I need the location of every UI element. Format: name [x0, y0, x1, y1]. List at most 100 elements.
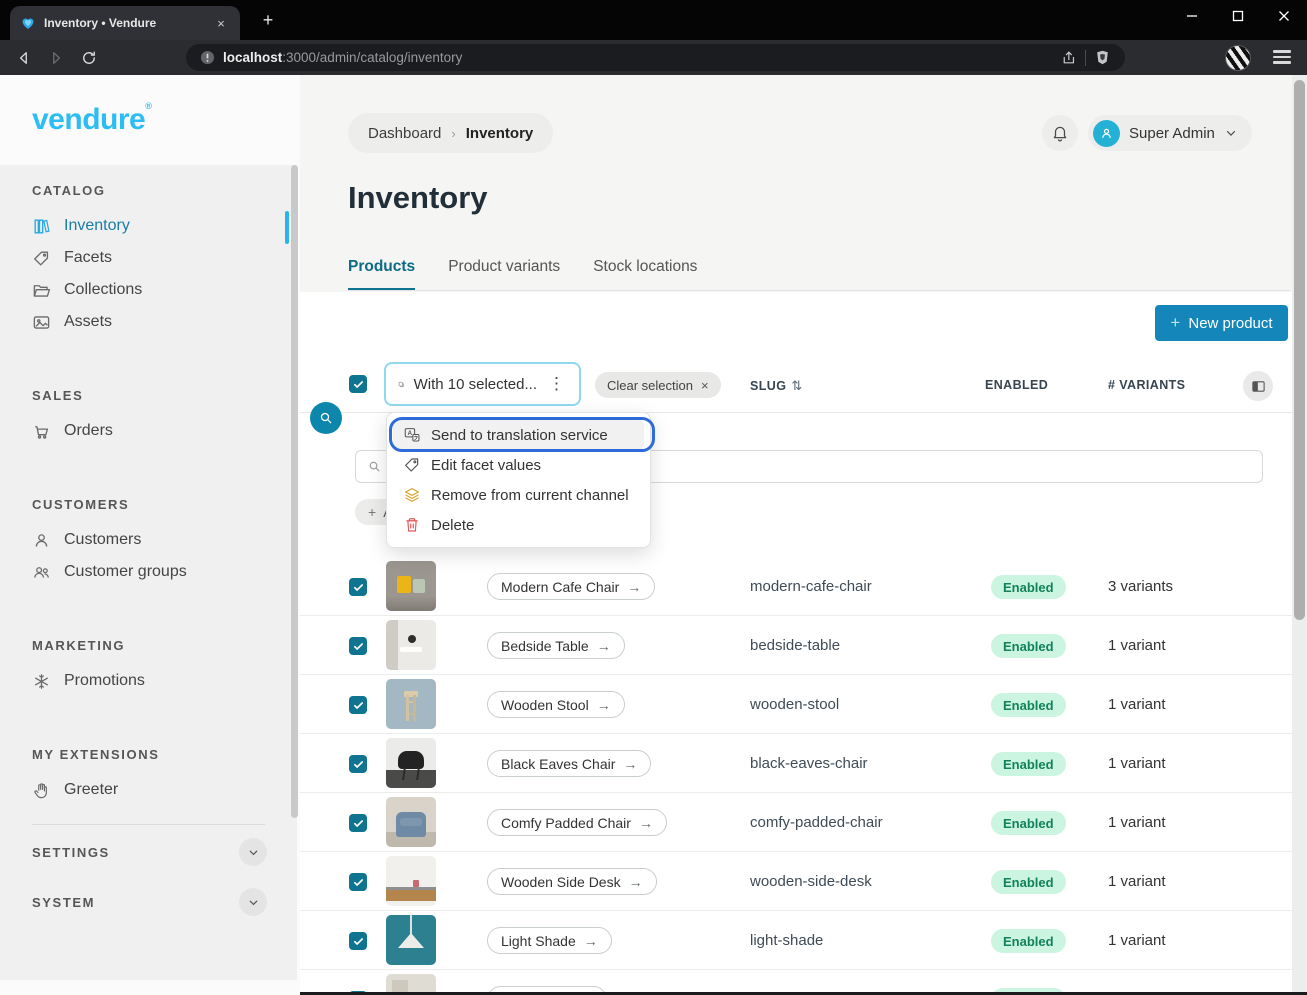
browser-tab[interactable]: Inventory • Vendure ×	[10, 6, 240, 40]
layers-icon	[403, 486, 421, 504]
breadcrumb[interactable]: Dashboard › Inventory	[348, 113, 553, 153]
menu-item-send-to-translation[interactable]: A Send to translation service	[393, 420, 644, 450]
tab-stock-locations[interactable]: Stock locations	[593, 258, 697, 291]
breadcrumb-dashboard[interactable]: Dashboard	[368, 125, 441, 142]
trash-icon	[403, 516, 421, 534]
tab-title: Inventory • Vendure	[44, 16, 204, 30]
window-minimize-button[interactable]	[1169, 0, 1215, 32]
nav-section-marketing: MARKETING Promotions	[32, 638, 297, 697]
url-bar[interactable]: localhost:3000/admin/catalog/inventory	[186, 44, 1125, 71]
nav-section-customers: CUSTOMERS Customers Customer groups	[32, 497, 297, 588]
window-maximize-button[interactable]	[1215, 0, 1261, 32]
sidebar-item-collections[interactable]: Collections	[32, 274, 297, 306]
browser-profile-avatar[interactable]	[1225, 45, 1251, 71]
share-icon[interactable]	[1060, 49, 1077, 66]
plus-icon: +	[1170, 313, 1180, 333]
menu-item-edit-facet-values[interactable]: Edit facet values	[393, 450, 644, 480]
arrow-right-icon: →	[623, 756, 637, 772]
screen: { "browser": { "tab_title": "Inventory •…	[0, 0, 1307, 995]
arrow-right-icon: →	[627, 579, 641, 595]
table-row: Wooden Stool→ wooden-stool Enabled 1 var…	[300, 675, 1292, 734]
page-title: Inventory	[348, 180, 488, 216]
brave-shields-icon[interactable]	[1094, 49, 1111, 66]
variant-count: 1 variant	[1108, 696, 1166, 713]
tab-product-variants[interactable]: Product variants	[448, 258, 560, 291]
product-name-link[interactable]: Bedside Table→	[487, 632, 625, 659]
logo-trademark: ®	[145, 101, 151, 111]
product-name-link[interactable]: Black Eaves Chair→	[487, 750, 651, 777]
breadcrumb-current[interactable]: Inventory	[466, 125, 534, 142]
user-menu[interactable]: Super Admin	[1088, 115, 1252, 151]
section-label: SYSTEM	[32, 895, 95, 910]
close-icon[interactable]: ×	[701, 378, 709, 393]
arrow-right-icon: →	[584, 933, 598, 949]
new-product-label: New product	[1188, 315, 1272, 332]
table-row: Black Eaves Chair→ black-eaves-chair Ena…	[300, 734, 1292, 793]
page-scrollbar[interactable]	[1292, 75, 1307, 995]
tab-close-icon[interactable]: ×	[212, 14, 230, 32]
row-checkbox[interactable]	[349, 814, 367, 832]
product-name-link[interactable]: Wooden Stool→	[487, 691, 625, 718]
site-info-icon[interactable]	[200, 50, 215, 65]
product-name-link[interactable]: Light Shade→	[487, 927, 612, 954]
table-row: Comfy Padded Chair→ comfy-padded-chair E…	[300, 793, 1292, 852]
menu-item-label: Send to translation service	[431, 427, 608, 444]
row-checkbox[interactable]	[349, 873, 367, 891]
browser-menu-icon[interactable]	[1273, 48, 1291, 66]
product-thumbnail	[386, 856, 436, 906]
bulk-actions-button[interactable]: With 10 selected... ⋮	[384, 362, 581, 406]
row-checkbox[interactable]	[349, 696, 367, 714]
table-row: Light Shade→ light-shade Enabled 1 varia…	[300, 911, 1292, 970]
row-checkbox[interactable]	[349, 755, 367, 773]
notifications-button[interactable]	[1042, 115, 1078, 151]
sidebar-item-orders[interactable]: Orders	[32, 415, 297, 447]
product-name-link[interactable]: Modern Cafe Chair→	[487, 573, 655, 600]
sidebar-section-system[interactable]: SYSTEM	[32, 879, 297, 925]
product-thumbnail	[386, 561, 436, 611]
chevron-down-icon[interactable]	[239, 888, 267, 916]
sidebar-item-greeter[interactable]: Greeter	[32, 774, 297, 806]
nav-section-my-extensions: MY EXTENSIONS Greeter	[32, 747, 297, 806]
column-header-slug[interactable]: SLUG ⇅	[750, 378, 803, 394]
variant-count: 1 variant	[1108, 755, 1166, 772]
row-checkbox[interactable]	[349, 637, 367, 655]
sidebar-section-settings[interactable]: SETTINGS	[32, 829, 297, 875]
product-slug: light-shade	[750, 932, 823, 949]
status-badge: Enabled	[991, 693, 1066, 717]
forward-button[interactable]	[45, 47, 67, 69]
vendure-logo[interactable]: vendure®	[32, 101, 151, 137]
row-checkbox[interactable]	[349, 932, 367, 950]
column-settings-button[interactable]	[1243, 371, 1273, 401]
sidebar-item-customers[interactable]: Customers	[32, 524, 297, 556]
url-path: :3000/admin/catalog/inventory	[282, 50, 462, 65]
clear-selection-chip[interactable]: Clear selection ×	[595, 372, 721, 398]
menu-item-remove-from-channel[interactable]: Remove from current channel	[393, 480, 644, 510]
chevron-down-icon[interactable]	[239, 838, 267, 866]
sort-icon[interactable]: ⇅	[791, 378, 802, 394]
row-checkbox[interactable]	[349, 578, 367, 596]
sidebar-item-customer-groups[interactable]: Customer groups	[32, 556, 297, 588]
sparkles-icon	[32, 672, 51, 691]
back-button[interactable]	[13, 47, 35, 69]
sidebar-item-inventory[interactable]: Inventory	[32, 210, 297, 242]
window-close-button[interactable]	[1261, 0, 1307, 32]
product-name-link[interactable]: Wooden Side Desk→	[487, 868, 657, 895]
search-toggle-button[interactable]	[310, 402, 342, 434]
sidebar-item-promotions[interactable]: Promotions	[32, 665, 297, 697]
tab-products[interactable]: Products	[348, 258, 415, 291]
kebab-icon[interactable]: ⋮	[546, 374, 567, 394]
sidebar-item-assets[interactable]: Assets	[32, 306, 297, 338]
sidebar-scrollbar[interactable]	[291, 165, 298, 818]
page-scrollbar-thumb[interactable]	[1294, 80, 1305, 620]
menu-item-delete[interactable]: Delete	[393, 510, 644, 540]
user-name: Super Admin	[1129, 125, 1215, 142]
product-name-link[interactable]: Comfy Padded Chair→	[487, 809, 667, 836]
reload-button[interactable]	[78, 47, 100, 69]
nav-section-catalog: CATALOG Inventory Facets Collections Ass…	[32, 183, 297, 338]
new-product-button[interactable]: + New product	[1155, 305, 1288, 341]
select-all-checkbox[interactable]	[349, 375, 367, 393]
browser-toolbar: localhost:3000/admin/catalog/inventory	[0, 40, 1307, 75]
sidebar-item-facets[interactable]: Facets	[32, 242, 297, 274]
new-tab-button[interactable]: +	[258, 11, 278, 31]
sidebar-item-label: Greeter	[64, 781, 118, 799]
